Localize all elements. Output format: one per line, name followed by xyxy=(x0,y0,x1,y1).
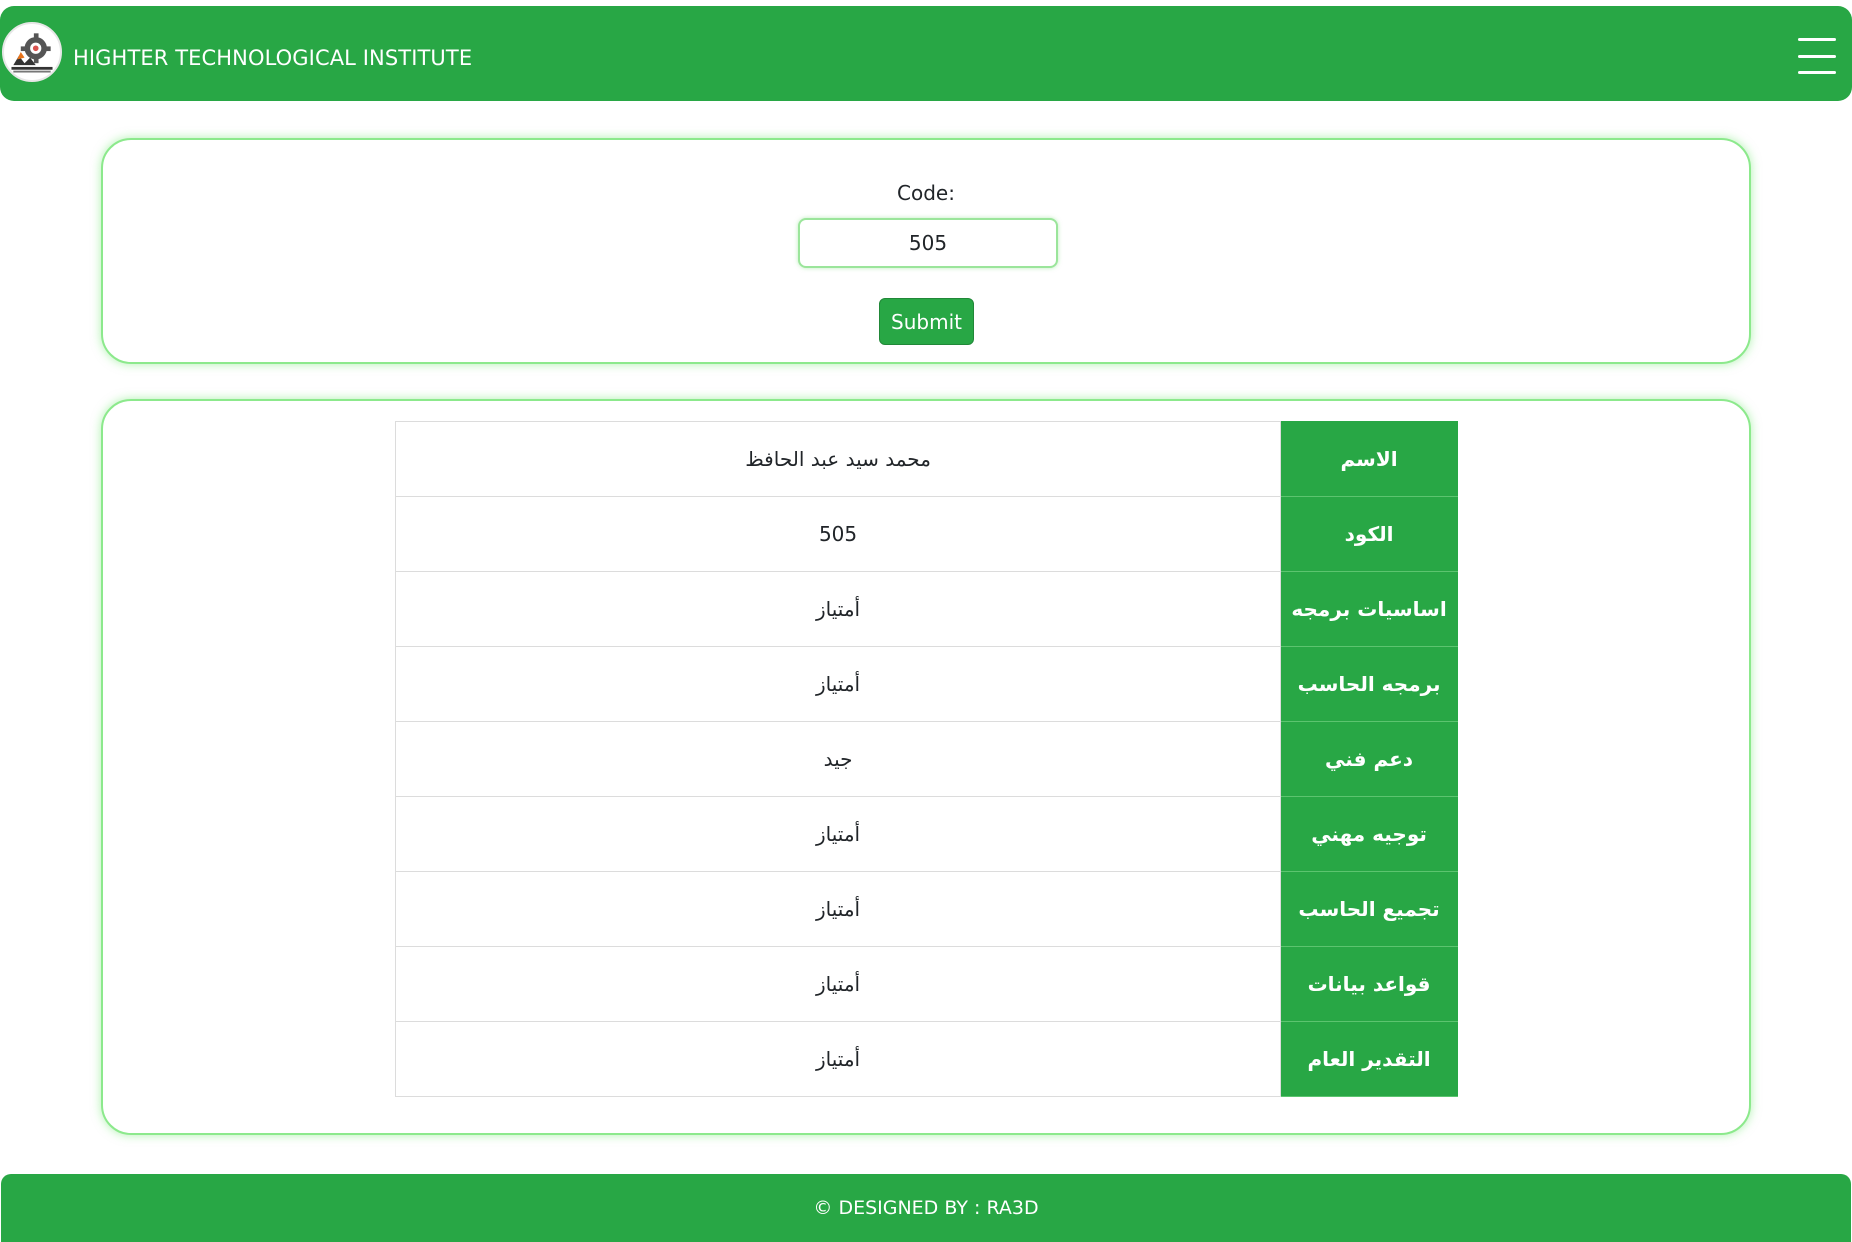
navbar: HIGHTER TECHNOLOGICAL INSTITUTE xyxy=(0,6,1852,101)
code-input[interactable] xyxy=(798,218,1058,268)
code-label: Code: xyxy=(897,181,955,205)
subject-label: توجيه مهني xyxy=(1280,796,1458,872)
code-form-card: Code: Submit xyxy=(101,138,1751,364)
grade-value: أمتياز xyxy=(394,1021,1282,1097)
subject-label: الاسم xyxy=(1280,421,1458,497)
table-row: محمد سيد عبد الحافظ الاسم xyxy=(394,421,1458,497)
hamburger-menu-icon[interactable] xyxy=(1798,38,1836,74)
footer: © DESIGNED BY : RA3D xyxy=(1,1174,1851,1242)
table-row: أمتياز التقدير العام xyxy=(394,1021,1458,1097)
brand-title[interactable]: HIGHTER TECHNOLOGICAL INSTITUTE xyxy=(73,46,472,70)
grade-value: جيد xyxy=(394,721,1282,797)
subject-label: قواعد بيانات xyxy=(1280,946,1458,1022)
grades-table: محمد سيد عبد الحافظ الاسم 505 الكود أمتياز اس… xyxy=(394,421,1458,1097)
grades-table-body: محمد سيد عبد الحافظ الاسم 505 الكود أمتياز اس… xyxy=(394,421,1458,1097)
grade-value: أمتياز xyxy=(394,571,1282,647)
table-row: أمتياز توجيه مهني xyxy=(394,796,1458,872)
table-row: أمتياز اساسيات برمجه xyxy=(394,571,1458,647)
grade-value: أمتياز xyxy=(394,646,1282,722)
subject-label: التقدير العام xyxy=(1280,1021,1458,1097)
hamburger-bar xyxy=(1798,38,1836,41)
subject-label: تجميع الحاسب xyxy=(1280,871,1458,947)
table-row: أمتياز قواعد بيانات xyxy=(394,946,1458,1022)
grade-value: محمد سيد عبد الحافظ xyxy=(394,421,1282,497)
submit-button[interactable]: Submit xyxy=(879,298,974,345)
hamburger-bar xyxy=(1798,71,1836,74)
subject-label: اساسيات برمجه xyxy=(1280,571,1458,647)
subject-label: دعم فني xyxy=(1280,721,1458,797)
subject-label: الكود xyxy=(1280,496,1458,572)
subject-label: برمجه الحاسب xyxy=(1280,646,1458,722)
table-row: أمتياز برمجه الحاسب xyxy=(394,646,1458,722)
institute-logo-icon[interactable] xyxy=(2,22,62,82)
grade-value: أمتياز xyxy=(394,871,1282,947)
hamburger-bar xyxy=(1798,54,1836,58)
footer-credit: © DESIGNED BY : RA3D xyxy=(813,1197,1039,1219)
table-row: جيد دعم فني xyxy=(394,721,1458,797)
grade-value: أمتياز xyxy=(394,946,1282,1022)
table-row: أمتياز تجميع الحاسب xyxy=(394,871,1458,947)
results-card: محمد سيد عبد الحافظ الاسم 505 الكود أمتياز اس… xyxy=(101,399,1751,1135)
table-row: 505 الكود xyxy=(394,496,1458,572)
grade-value: 505 xyxy=(394,496,1282,572)
grade-value: أمتياز xyxy=(394,796,1282,872)
